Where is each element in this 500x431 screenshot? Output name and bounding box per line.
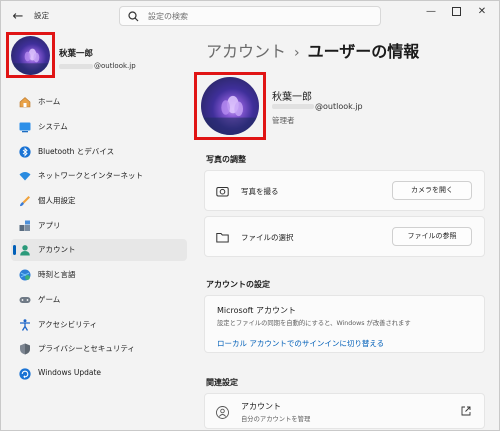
- nav-item-bluetooth[interactable]: Bluetooth とデバイス: [11, 141, 187, 163]
- nav-label-personalization: 個人用設定: [38, 196, 76, 205]
- time-language-icon: [19, 269, 31, 281]
- camera-icon: [216, 187, 229, 197]
- breadcrumb-parent[interactable]: アカウント: [206, 42, 286, 61]
- card-choose-file: ファイルの選択 ファイルの参照: [204, 216, 485, 257]
- nav-label-accessibility: アクセシビリティ: [38, 320, 98, 329]
- external-link-icon: [461, 406, 471, 416]
- sidebar-user-name: 秋葉一郎: [59, 49, 94, 59]
- nav-label-home: ホーム: [38, 97, 61, 106]
- nav-label-windows-update: Windows Update: [38, 368, 102, 377]
- sidebar-email-domain: @outlook.jp: [94, 62, 136, 70]
- nav-item-network[interactable]: ネットワークとインターネット: [11, 165, 187, 187]
- nav-label-network: ネットワークとインターネット: [38, 171, 143, 180]
- nav-item-accessibility[interactable]: アクセシビリティ: [11, 314, 187, 336]
- related-accounts-title: アカウント: [241, 402, 281, 411]
- page-title: ユーザーの情報: [307, 42, 420, 61]
- take-photo-label: 写真を撮る: [241, 187, 279, 196]
- nav-item-apps[interactable]: アプリ: [11, 215, 187, 237]
- minimize-icon[interactable]: —: [423, 5, 439, 19]
- folder-icon: [216, 233, 229, 243]
- ms-account-description: 設定とファイルの同期を自動的にすると、Windows が改善されます: [217, 320, 411, 327]
- breadcrumb: アカウント › ユーザーの情報: [206, 38, 419, 62]
- nav-item-accounts[interactable]: アカウント: [11, 239, 187, 261]
- search-input[interactable]: 設定の検索: [119, 6, 381, 26]
- card-microsoft-account: Microsoft アカウント 設定とファイルの同期を自動的にすると、Windo…: [204, 295, 485, 353]
- accessibility-icon: [20, 319, 30, 331]
- nav-label-accounts: アカウント: [38, 245, 76, 254]
- nav-label-bluetooth: Bluetooth とデバイス: [38, 147, 115, 156]
- search-icon: [128, 11, 139, 22]
- switch-to-local-account-link[interactable]: ローカル アカウントでのサインインに切り替える: [217, 338, 384, 349]
- shield-icon: [20, 343, 30, 355]
- nav-item-windows-update[interactable]: Windows Update: [11, 363, 187, 385]
- user-role: 管理者: [272, 116, 295, 125]
- choose-file-label: ファイルの選択: [241, 233, 294, 242]
- user-name: 秋葉一郎: [272, 92, 312, 103]
- nav-item-personalization[interactable]: 個人用設定: [11, 190, 187, 212]
- search-placeholder: 設定の検索: [148, 12, 188, 21]
- redacted-email-mask: [272, 104, 314, 109]
- bluetooth-icon: [19, 146, 31, 158]
- nav-label-apps: アプリ: [38, 221, 61, 230]
- windows-update-icon: [19, 368, 31, 380]
- related-accounts-description: 自分のアカウントを管理: [241, 416, 311, 423]
- nav-label-time-language: 時刻と言語: [38, 270, 76, 279]
- app-title: 設定: [34, 11, 49, 20]
- personalization-icon: [20, 196, 30, 207]
- settings-window: ← 設定 設定の検索 — ✕ 秋葉一郎 @outlook.jp ホーム システム…: [0, 0, 500, 431]
- section-title-photo: 写真の調整: [206, 155, 246, 164]
- section-title-related: 関連設定: [206, 378, 238, 387]
- open-camera-button[interactable]: カメラを開く: [392, 181, 472, 200]
- redacted-email-mask: [59, 63, 93, 69]
- gaming-icon: [19, 297, 31, 303]
- section-title-account: アカウントの設定: [206, 280, 270, 289]
- avatar-large: [201, 77, 259, 135]
- nav-item-system[interactable]: システム: [11, 116, 187, 138]
- user-email: @outlook.jp: [272, 102, 363, 111]
- nav-label-gaming: ゲーム: [38, 295, 61, 304]
- home-icon: [19, 97, 31, 108]
- person-icon: [216, 406, 229, 419]
- nav-item-home[interactable]: ホーム: [11, 91, 187, 113]
- active-indicator: [13, 245, 16, 255]
- back-arrow-icon[interactable]: ←: [10, 9, 26, 25]
- nav-item-gaming[interactable]: ゲーム: [11, 289, 187, 311]
- apps-icon: [19, 220, 30, 231]
- card-take-photo: 写真を撮る カメラを開く: [204, 170, 485, 211]
- maximize-icon[interactable]: [448, 5, 464, 19]
- close-icon[interactable]: ✕: [474, 5, 490, 19]
- user-email-domain: @outlook.jp: [315, 102, 363, 111]
- system-icon: [19, 122, 31, 133]
- accounts-icon: [20, 245, 30, 256]
- nav-label-privacy: プライバシーとセキュリティ: [38, 344, 135, 353]
- browse-files-button[interactable]: ファイルの参照: [392, 227, 472, 246]
- breadcrumb-separator: ›: [294, 45, 300, 61]
- avatar: [11, 36, 50, 75]
- nav-item-privacy[interactable]: プライバシーとセキュリティ: [11, 338, 187, 360]
- sidebar-user-email: @outlook.jp: [59, 62, 136, 70]
- network-icon: [19, 172, 31, 181]
- related-accounts-link[interactable]: アカウント 自分のアカウントを管理: [204, 393, 485, 429]
- nav-item-time-language[interactable]: 時刻と言語: [11, 264, 187, 286]
- nav-label-system: システム: [38, 122, 68, 131]
- ms-account-title: Microsoft アカウント: [217, 306, 296, 315]
